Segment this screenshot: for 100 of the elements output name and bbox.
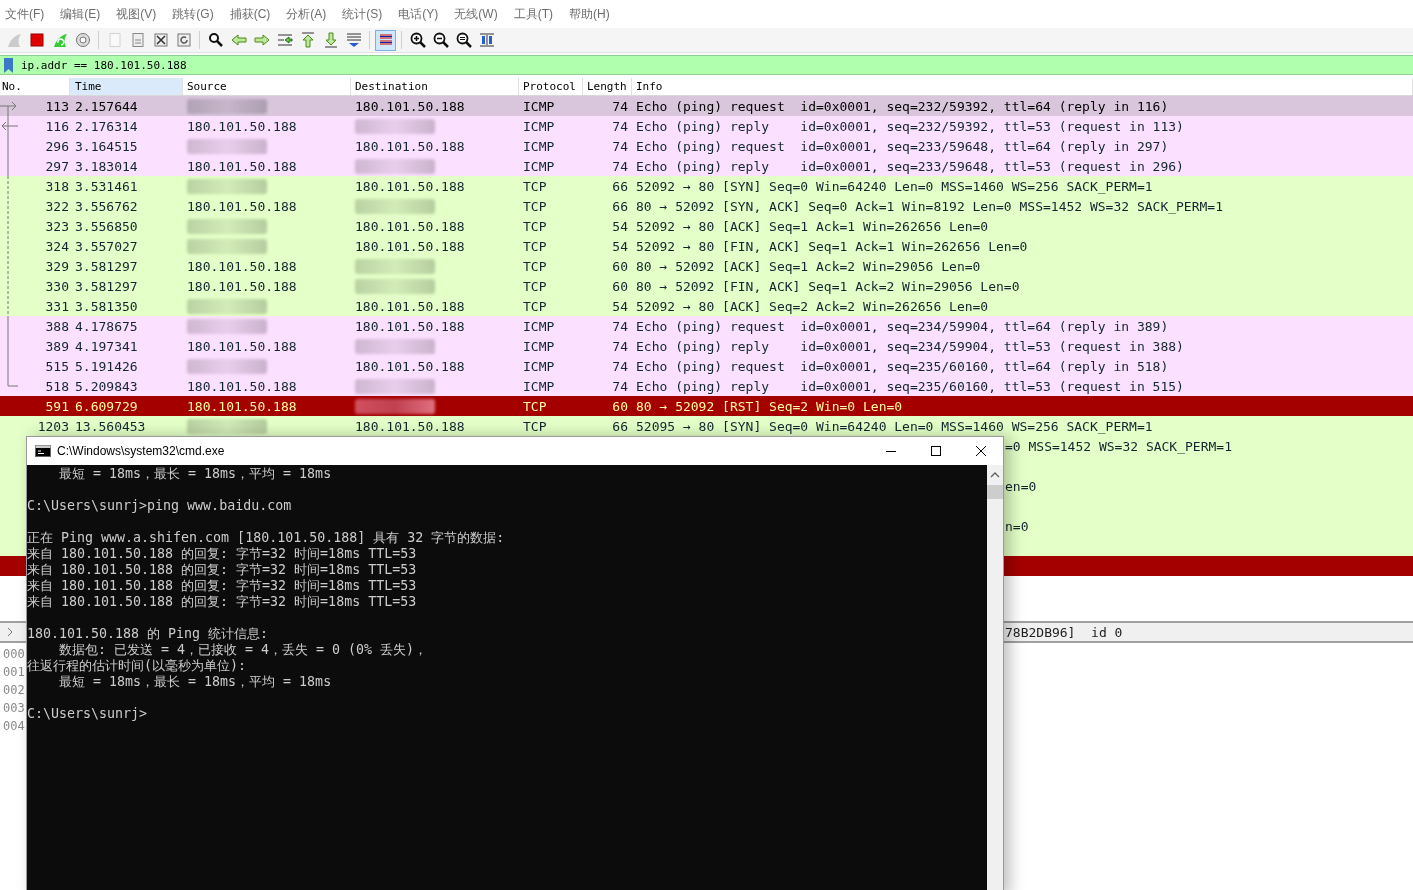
packet-length: 74 bbox=[612, 138, 628, 154]
bookmark-icon[interactable] bbox=[3, 58, 14, 73]
maximize-icon[interactable] bbox=[930, 446, 941, 456]
byte-offset: 003 bbox=[3, 700, 25, 717]
packet-number: 116 bbox=[45, 118, 69, 134]
packet-destination: 180.101.50.188 bbox=[355, 138, 465, 154]
scrollbar[interactable] bbox=[987, 465, 1003, 890]
display-filter-field[interactable]: ip.addr == 180.101.50.188 bbox=[0, 55, 1413, 75]
console-line: 来自 180.101.50.188 的回复: 字节=32 时间=18ms TTL=53 bbox=[27, 578, 418, 594]
console-line: 正在 Ping www.a.shifen.com [180.101.50.188] 具有 32 字节的数据: bbox=[27, 530, 506, 546]
packet-number: 329 bbox=[45, 258, 69, 274]
packet-number: 330 bbox=[45, 278, 69, 294]
console-line: 来自 180.101.50.188 的回复: 字节=32 时间=18ms TTL=53 bbox=[27, 562, 418, 578]
packet-info: 52092 → 80 [ACK] Seq=1 Ack=1 Win=262656 Len=0 bbox=[636, 218, 989, 234]
packet-time: 5.191426 bbox=[75, 358, 138, 374]
packet-time: 2.176314 bbox=[75, 118, 138, 134]
packet-protocol: TCP bbox=[523, 298, 547, 314]
packet-source: 180.101.50.188 bbox=[187, 118, 297, 134]
console-line: C:\Users\sunrj> bbox=[27, 706, 149, 722]
packet-length: 60 bbox=[612, 278, 628, 294]
packet-info: Echo (ping) reply id=0x0001, seq=234/59904, ttl=53 (request in 388) bbox=[636, 338, 1184, 354]
packet-length: 66 bbox=[612, 198, 628, 214]
packet-info: Echo (ping) reply id=0x0001, seq=232/59392, ttl=53 (request in 113) bbox=[636, 118, 1184, 134]
packet-time: 3.531461 bbox=[75, 178, 138, 194]
packet-source: 180.101.50.188 bbox=[187, 378, 297, 394]
column-header[interactable]: Destination bbox=[351, 78, 519, 95]
menu-item[interactable]: 工具(T) bbox=[513, 5, 569, 23]
packet-info: =0 MSS=1452 WS=32 SACK_PERM=1 bbox=[1005, 438, 1232, 454]
packet-destination: 180.101.50.188 bbox=[355, 418, 465, 434]
packet-number: 591 bbox=[45, 398, 69, 414]
console-line: 最短 = 18ms，最长 = 18ms，平均 = 18ms bbox=[58, 674, 333, 690]
console-line: 数据包: 已发送 = 4，已接收 = 4，丢失 = 0 (0% 丢失)， bbox=[58, 642, 429, 658]
packet-protocol: ICMP bbox=[523, 338, 555, 354]
packet-protocol: ICMP bbox=[523, 138, 555, 154]
packet-length: 66 bbox=[612, 418, 628, 434]
packet-destination: 180.101.50.188 bbox=[355, 178, 465, 194]
packet-destination: 180.101.50.188 bbox=[355, 98, 465, 114]
packet-destination: 180.101.50.188 bbox=[355, 318, 465, 334]
menu-item[interactable]: 编辑(E) bbox=[60, 5, 117, 23]
menu-item[interactable]: 文件(F) bbox=[5, 5, 61, 23]
console-line: 180.101.50.188 的 Ping 统计信息: bbox=[27, 626, 270, 642]
packet-length: 74 bbox=[612, 318, 628, 334]
packet-info: 52092 → 80 [ACK] Seq=2 Ack=2 Win=262656 Len=0 bbox=[636, 298, 989, 314]
column-header[interactable]: Protocol bbox=[519, 78, 583, 95]
packet-time: 4.197341 bbox=[75, 338, 138, 354]
byte-offset: 002 bbox=[3, 682, 25, 699]
menu-item[interactable]: 分析(A) bbox=[286, 5, 343, 23]
packet-info: Echo (ping) request id=0x0001, seq=232/59392, ttl=64 (reply in 116) bbox=[636, 98, 1169, 114]
packet-protocol: ICMP bbox=[523, 378, 555, 394]
packet-time: 5.209843 bbox=[75, 378, 138, 394]
packet-info: Echo (ping) request id=0x0001, seq=235/60160, ttl=64 (reply in 518) bbox=[636, 358, 1169, 374]
packet-destination: 180.101.50.188 bbox=[355, 358, 465, 374]
packet-number: 389 bbox=[45, 338, 69, 354]
packet-length: 74 bbox=[612, 378, 628, 394]
menu-item[interactable]: 帮助(H) bbox=[569, 5, 626, 23]
packet-length: 60 bbox=[612, 398, 628, 414]
column-header[interactable]: Info bbox=[632, 78, 1413, 95]
packet-destination: 180.101.50.188 bbox=[355, 298, 465, 314]
scroll-up-icon[interactable] bbox=[990, 471, 1000, 479]
menu-item[interactable]: 视图(V) bbox=[116, 5, 173, 23]
packet-time: 3.581297 bbox=[75, 278, 138, 294]
packet-time: 3.556850 bbox=[75, 218, 138, 234]
packet-length: 54 bbox=[612, 298, 628, 314]
packet-source: 180.101.50.188 bbox=[187, 338, 297, 354]
console-app-icon bbox=[35, 445, 51, 457]
packet-destination: 180.101.50.188 bbox=[355, 218, 465, 234]
column-header[interactable]: Length bbox=[583, 78, 632, 95]
menu-item[interactable]: 捕获(C) bbox=[229, 5, 287, 23]
packet-info: Echo (ping) request id=0x0001, seq=234/59904, ttl=64 (reply in 389) bbox=[636, 318, 1169, 334]
packet-info: n=0 bbox=[1005, 518, 1029, 534]
menu-item[interactable]: 跳转(G) bbox=[172, 5, 230, 23]
column-header[interactable]: Source bbox=[183, 78, 351, 95]
scrollbar-thumb[interactable] bbox=[987, 485, 1003, 499]
packet-protocol: ICMP bbox=[523, 98, 555, 114]
console-line: 往返行程的估计时间(以毫秒为单位): bbox=[27, 658, 248, 674]
packet-info: 52092 → 80 [FIN, ACK] Seq=1 Ack=1 Win=262656 Len=0 bbox=[636, 238, 1028, 254]
packet-info: en=0 bbox=[1005, 478, 1037, 494]
packet-protocol: TCP bbox=[523, 258, 547, 274]
packet-destination: 180.101.50.188 bbox=[355, 238, 465, 254]
packet-time: 3.164515 bbox=[75, 138, 138, 154]
packet-number: 318 bbox=[45, 178, 69, 194]
packet-protocol: ICMP bbox=[523, 318, 555, 334]
packet-protocol: ICMP bbox=[523, 158, 555, 174]
packet-source: 180.101.50.188 bbox=[187, 258, 297, 274]
packet-protocol: TCP bbox=[523, 418, 547, 434]
menu-item[interactable]: 统计(S) bbox=[342, 5, 399, 23]
column-header[interactable]: Time bbox=[70, 78, 183, 95]
menu-item[interactable]: 无线(W) bbox=[454, 5, 514, 23]
packet-time: 3.581297 bbox=[75, 258, 138, 274]
packet-info: Echo (ping) reply id=0x0001, seq=233/59648, ttl=53 (request in 296) bbox=[636, 158, 1184, 174]
packet-length: 74 bbox=[612, 338, 628, 354]
packet-number: 113 bbox=[45, 98, 69, 114]
packet-info: 80 → 52092 [SYN, ACK] Seq=0 Ack=1 Win=8192 Len=0 MSS=1452 WS=32 SACK_PERM=1 bbox=[636, 198, 1223, 214]
packet-info: 52095 → 80 [SYN] Seq=0 Win=64240 Len=0 MSS=1460 WS=256 SACK_PERM=1 bbox=[636, 418, 1153, 434]
close-icon[interactable] bbox=[975, 446, 986, 456]
packet-info: Echo (ping) request id=0x0001, seq=233/59648, ttl=64 (reply in 297) bbox=[636, 138, 1169, 154]
packet-protocol: TCP bbox=[523, 198, 547, 214]
menu-item[interactable]: 电话(Y) bbox=[398, 5, 455, 23]
packet-protocol: ICMP bbox=[523, 358, 555, 374]
console-line: 来自 180.101.50.188 的回复: 字节=32 时间=18ms TTL=53 bbox=[27, 546, 418, 562]
